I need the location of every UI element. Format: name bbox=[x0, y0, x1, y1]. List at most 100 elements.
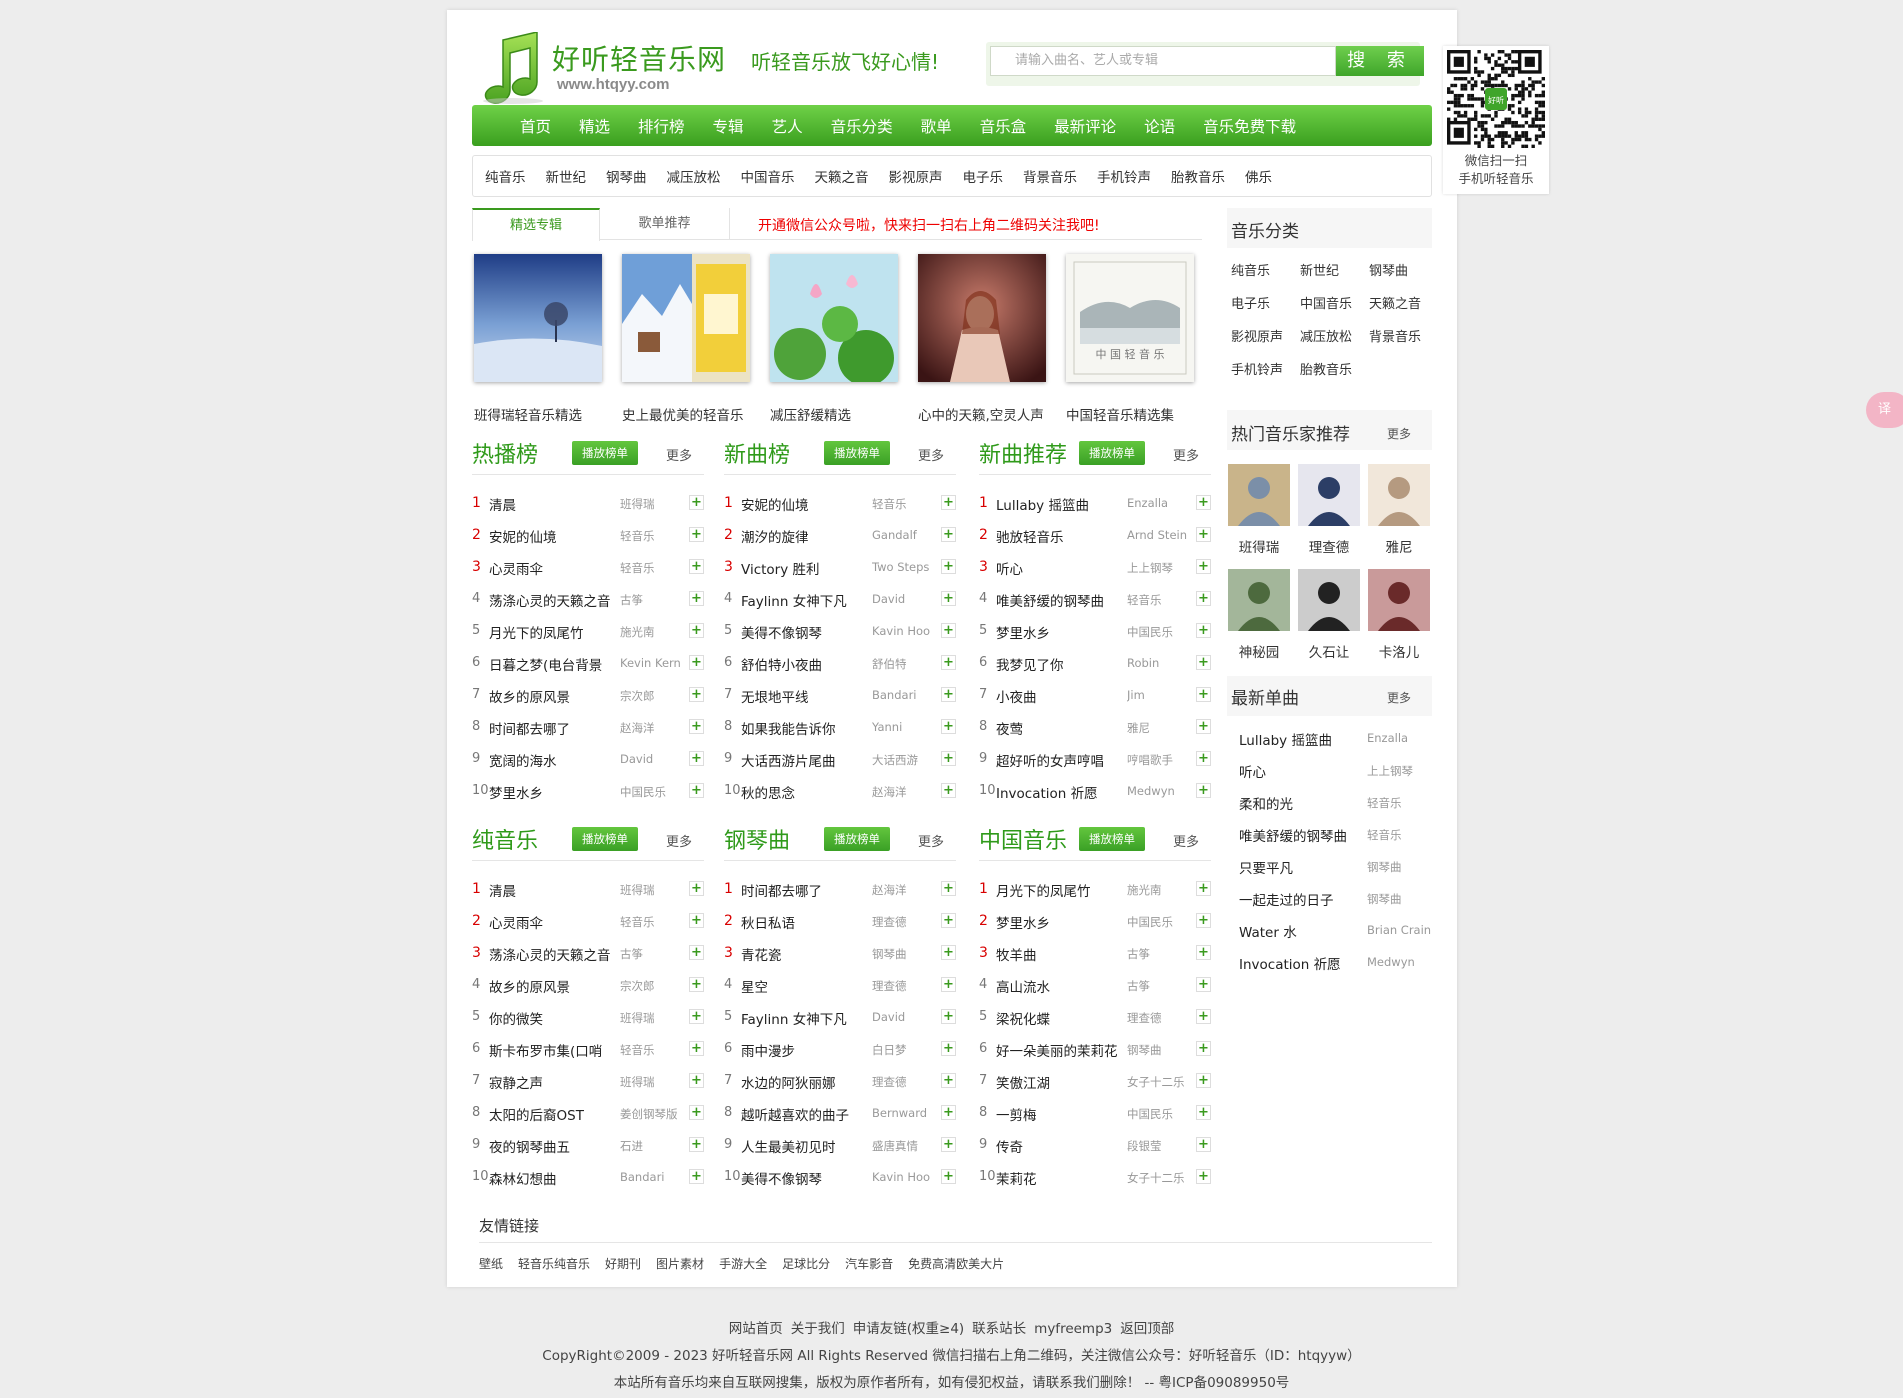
friend-link[interactable]: 免费高清欧美大片 bbox=[908, 1255, 1004, 1272]
add-icon[interactable]: + bbox=[689, 945, 704, 960]
single-title[interactable]: 听心 bbox=[1239, 761, 1266, 781]
add-icon[interactable]: + bbox=[1196, 1041, 1211, 1056]
nav-item[interactable]: 专辑 bbox=[713, 115, 744, 137]
musician-photo[interactable] bbox=[1228, 464, 1290, 526]
song-title[interactable]: 寂静之声 bbox=[489, 1072, 543, 1092]
add-icon[interactable]: + bbox=[941, 1105, 956, 1120]
add-icon[interactable]: + bbox=[1196, 655, 1211, 670]
song-title[interactable]: 听心 bbox=[996, 558, 1023, 578]
album-card[interactable]: 史上最优美的轻音乐 bbox=[622, 254, 750, 424]
song-title[interactable]: 日暮之梦(电台背景 bbox=[489, 654, 602, 674]
friend-link[interactable]: 轻音乐纯音乐 bbox=[518, 1255, 590, 1272]
category-link[interactable]: 胎教音乐 bbox=[1300, 359, 1352, 378]
song-title[interactable]: 月光下的凤尾竹 bbox=[996, 880, 1091, 900]
album-cover[interactable] bbox=[918, 254, 1046, 382]
song-title[interactable]: 美得不像钢琴 bbox=[741, 1168, 822, 1188]
more-link[interactable]: 更多 bbox=[666, 831, 692, 850]
footer-link[interactable]: 关于我们 bbox=[791, 1321, 845, 1337]
musician-name[interactable]: 久石让 bbox=[1298, 641, 1360, 661]
song-title[interactable]: 清晨 bbox=[489, 880, 516, 900]
add-icon[interactable]: + bbox=[941, 751, 956, 766]
add-icon[interactable]: + bbox=[941, 977, 956, 992]
nav-item[interactable]: 歌单 bbox=[921, 115, 952, 137]
category-link[interactable]: 手机铃声 bbox=[1231, 359, 1283, 378]
category-link[interactable]: 影视原声 bbox=[1231, 326, 1283, 345]
subnav-item[interactable]: 纯音乐 bbox=[485, 166, 526, 186]
add-icon[interactable]: + bbox=[689, 881, 704, 896]
subnav-item[interactable]: 背景音乐 bbox=[1023, 166, 1077, 186]
song-title[interactable]: 越听越喜欢的曲子 bbox=[741, 1104, 849, 1124]
song-title[interactable]: 月光下的凤尾竹 bbox=[489, 622, 584, 642]
add-icon[interactable]: + bbox=[1196, 559, 1211, 574]
add-icon[interactable]: + bbox=[689, 559, 704, 574]
play-list-button[interactable]: 播放榜单 bbox=[1079, 827, 1145, 851]
musician-card[interactable]: 理查德 bbox=[1298, 464, 1360, 556]
song-title[interactable]: 无垠地平线 bbox=[741, 686, 809, 706]
album-title[interactable]: 史上最优美的轻音乐 bbox=[622, 404, 750, 424]
add-icon[interactable]: + bbox=[1196, 495, 1211, 510]
song-title[interactable]: 好一朵美丽的茉莉花 bbox=[996, 1040, 1118, 1060]
friend-link[interactable]: 好期刊 bbox=[605, 1255, 641, 1272]
add-icon[interactable]: + bbox=[1196, 945, 1211, 960]
friend-link[interactable]: 手游大全 bbox=[719, 1255, 767, 1272]
song-title[interactable]: 荡涤心灵的天籁之音 bbox=[489, 944, 611, 964]
album-card[interactable]: 减压舒缓精选 bbox=[770, 254, 898, 424]
play-list-button[interactable]: 播放榜单 bbox=[572, 441, 638, 465]
add-icon[interactable]: + bbox=[689, 1137, 704, 1152]
song-title[interactable]: 梦里水乡 bbox=[996, 622, 1050, 642]
category-link[interactable]: 背景音乐 bbox=[1369, 326, 1421, 345]
site-logo[interactable]: 好听轻音乐网 www.htqyy.com bbox=[477, 24, 725, 104]
more-link[interactable]: 更多 bbox=[918, 831, 944, 850]
subnav-item[interactable]: 新世纪 bbox=[546, 166, 587, 186]
footer-link[interactable]: 申请友链(权重≥4) bbox=[853, 1321, 964, 1337]
song-title[interactable]: Victory 胜利 bbox=[741, 558, 820, 578]
song-title[interactable]: 你的微笑 bbox=[489, 1008, 543, 1028]
single-title[interactable]: Lullaby 摇篮曲 bbox=[1239, 729, 1332, 749]
add-icon[interactable]: + bbox=[941, 783, 956, 798]
category-link[interactable]: 天籁之音 bbox=[1369, 293, 1421, 312]
album-cover[interactable] bbox=[770, 254, 898, 386]
add-icon[interactable]: + bbox=[941, 591, 956, 606]
add-icon[interactable]: + bbox=[689, 591, 704, 606]
album-card[interactable]: 班得瑞轻音乐精选 bbox=[474, 254, 602, 424]
musician-name[interactable]: 雅尼 bbox=[1368, 536, 1430, 556]
musician-photo[interactable] bbox=[1298, 464, 1360, 526]
song-title[interactable]: 宽阔的海水 bbox=[489, 750, 557, 770]
add-icon[interactable]: + bbox=[1196, 591, 1211, 606]
album-card[interactable]: 心中的天籁,空灵人声 bbox=[918, 254, 1046, 424]
album-cover[interactable]: 中 国 轻 音 乐 bbox=[1066, 254, 1194, 382]
song-title[interactable]: 驰放轻音乐 bbox=[996, 526, 1064, 546]
footer-link[interactable]: myfreemp3 bbox=[1034, 1321, 1112, 1337]
single-title[interactable]: Water 水 bbox=[1239, 921, 1297, 941]
subnav-item[interactable]: 手机铃声 bbox=[1097, 166, 1151, 186]
single-title[interactable]: 一起走过的日子 bbox=[1239, 889, 1334, 909]
musician-card[interactable]: 班得瑞 bbox=[1228, 464, 1290, 556]
add-icon[interactable]: + bbox=[689, 913, 704, 928]
more-link[interactable]: 更多 bbox=[1173, 445, 1199, 464]
song-title[interactable]: 传奇 bbox=[996, 1136, 1023, 1156]
nav-item[interactable]: 精选 bbox=[579, 115, 610, 137]
add-icon[interactable]: + bbox=[689, 1169, 704, 1184]
album-card[interactable]: 中 国 轻 音 乐 中国轻音乐精选集 bbox=[1066, 254, 1194, 424]
add-icon[interactable]: + bbox=[689, 1073, 704, 1088]
musicians-more-link[interactable]: 更多 bbox=[1387, 425, 1411, 442]
add-icon[interactable]: + bbox=[1196, 1137, 1211, 1152]
add-icon[interactable]: + bbox=[1196, 783, 1211, 798]
friend-link[interactable]: 足球比分 bbox=[782, 1255, 830, 1272]
add-icon[interactable]: + bbox=[689, 1009, 704, 1024]
song-title[interactable]: 如果我能告诉你 bbox=[741, 718, 836, 738]
play-list-button[interactable]: 播放榜单 bbox=[824, 827, 890, 851]
translate-widget-icon[interactable]: 译 bbox=[1866, 392, 1903, 428]
nav-item[interactable]: 音乐分类 bbox=[831, 115, 893, 137]
footer-link[interactable]: 网站首页 bbox=[729, 1321, 783, 1337]
song-title[interactable]: 梦里水乡 bbox=[996, 912, 1050, 932]
song-title[interactable]: 时间都去哪了 bbox=[741, 880, 822, 900]
add-icon[interactable]: + bbox=[1196, 719, 1211, 734]
add-icon[interactable]: + bbox=[941, 1137, 956, 1152]
song-title[interactable]: 太阳的后裔OST bbox=[489, 1104, 584, 1124]
song-title[interactable]: Lullaby 摇篮曲 bbox=[996, 494, 1089, 514]
singles-more-link[interactable]: 更多 bbox=[1387, 689, 1411, 706]
category-link[interactable]: 纯音乐 bbox=[1231, 260, 1270, 279]
nav-item[interactable]: 论语 bbox=[1144, 115, 1175, 137]
search-button[interactable]: 搜 索 bbox=[1336, 46, 1424, 76]
